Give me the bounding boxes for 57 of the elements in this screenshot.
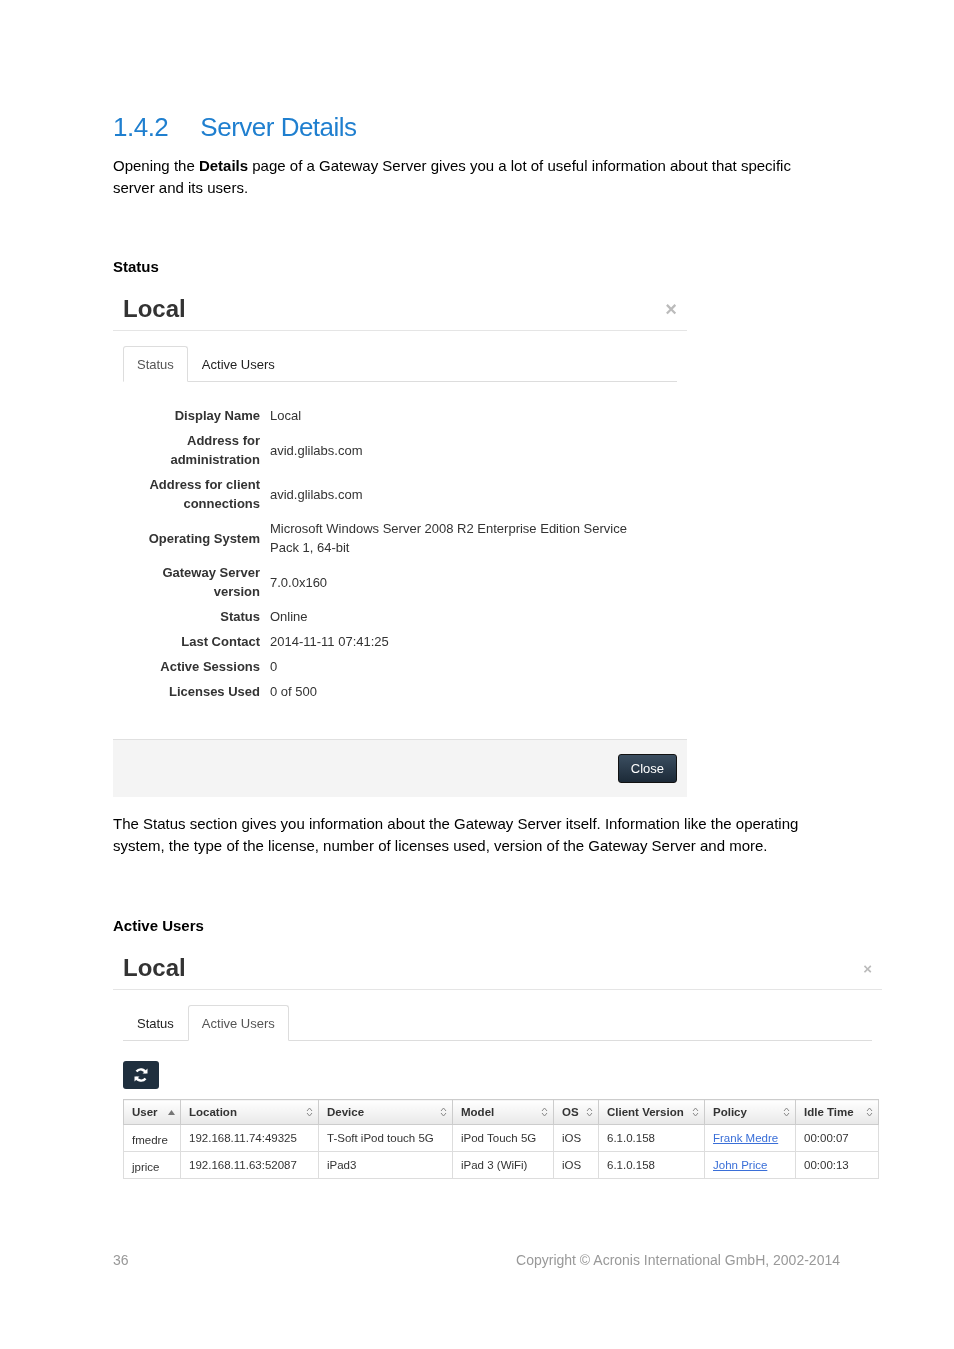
table-cell: 6.1.0.158: [607, 1132, 655, 1144]
table-cell: iOS: [562, 1132, 582, 1144]
field-value: Microsoft Windows Server 2008 R2 Enterprise Edition Service Pack 1, 64-bit: [270, 520, 628, 557]
field-value: Local: [270, 407, 303, 425]
column-header[interactable]: OS: [553, 1099, 599, 1125]
field-label: Licenses Used: [167, 683, 260, 701]
column-header[interactable]: Model: [452, 1099, 554, 1125]
column-header[interactable]: Client Version: [598, 1099, 705, 1125]
dialog-title: Local: [123, 295, 186, 323]
field-value: 0 of 500: [270, 683, 318, 701]
tab[interactable]: Active Users: [187, 346, 289, 382]
field-value: 0: [270, 658, 279, 676]
column-header[interactable]: Device: [318, 1099, 453, 1125]
table-cell: 192.168.11.74:49325: [189, 1132, 297, 1144]
field-label: Gateway Server version: [161, 564, 260, 601]
table-cell: iOS: [562, 1159, 582, 1171]
refresh-icon: [133, 1067, 149, 1083]
table-cell: fmedre: [132, 1134, 168, 1146]
table-cell: jprice: [132, 1161, 160, 1173]
column-header[interactable]: Policy: [704, 1099, 796, 1125]
field-value: avid.glilabs.com: [270, 485, 364, 504]
tab[interactable]: Status: [123, 1005, 188, 1041]
field-label: Operating System: [147, 529, 260, 548]
field-label: Address for administration: [169, 432, 260, 469]
field-label: Display Name: [173, 407, 260, 425]
tab[interactable]: Active Users: [187, 1005, 289, 1041]
table-cell: 00:00:13: [804, 1159, 849, 1171]
field-value: avid.glilabs.com: [270, 441, 364, 460]
column-header[interactable]: User: [123, 1099, 181, 1125]
column-header[interactable]: Location: [180, 1099, 319, 1125]
table-cell: iPod Touch 5G: [461, 1132, 537, 1144]
status-heading: Status: [113, 258, 160, 275]
page-number: 36: [113, 1252, 129, 1268]
field-label: Active Sessions: [159, 658, 260, 676]
table-cell: 6.1.0.158: [607, 1159, 655, 1171]
section-number: 1.4.2: [113, 112, 169, 142]
active-users-heading: Active Users: [113, 917, 205, 934]
table-cell: 192.168.11.63:52087: [189, 1159, 297, 1171]
field-value: 2014-11-11 07:41:25: [270, 633, 390, 651]
status-paragraph: The Status section gives you information about the Gateway Server itself. Information like the operating system, the type of the license, number of licenses used, version of the Gateway Server and more.: [113, 814, 800, 856]
copyright-text: Copyright © Acronis International GmbH, 2002-2014: [516, 1252, 840, 1268]
table-cell: T-Soft iPod touch 5G: [327, 1132, 434, 1144]
table-cell: iPad 3 (WiFi): [461, 1159, 528, 1171]
field-label: Last Contact: [180, 633, 260, 651]
refresh-button[interactable]: [123, 1061, 159, 1089]
close-button[interactable]: Close: [617, 754, 677, 783]
field-value: Online: [270, 608, 309, 626]
section-title: Server Details: [200, 112, 357, 142]
intro-paragraph: Opening the Details page of a Gateway Server gives you a lot of useful information about that specific server and its users.: [113, 156, 792, 198]
field-label: Address for client connections: [148, 476, 260, 513]
table-cell: iPad3: [327, 1159, 357, 1171]
tab[interactable]: Status: [123, 346, 188, 382]
field-value: 7.0.0x160: [270, 573, 329, 592]
field-label: Status: [219, 608, 260, 626]
dialog-title: Local: [123, 954, 186, 982]
table-cell: 00:00:07: [804, 1132, 849, 1144]
column-header[interactable]: Idle Time: [795, 1099, 879, 1125]
